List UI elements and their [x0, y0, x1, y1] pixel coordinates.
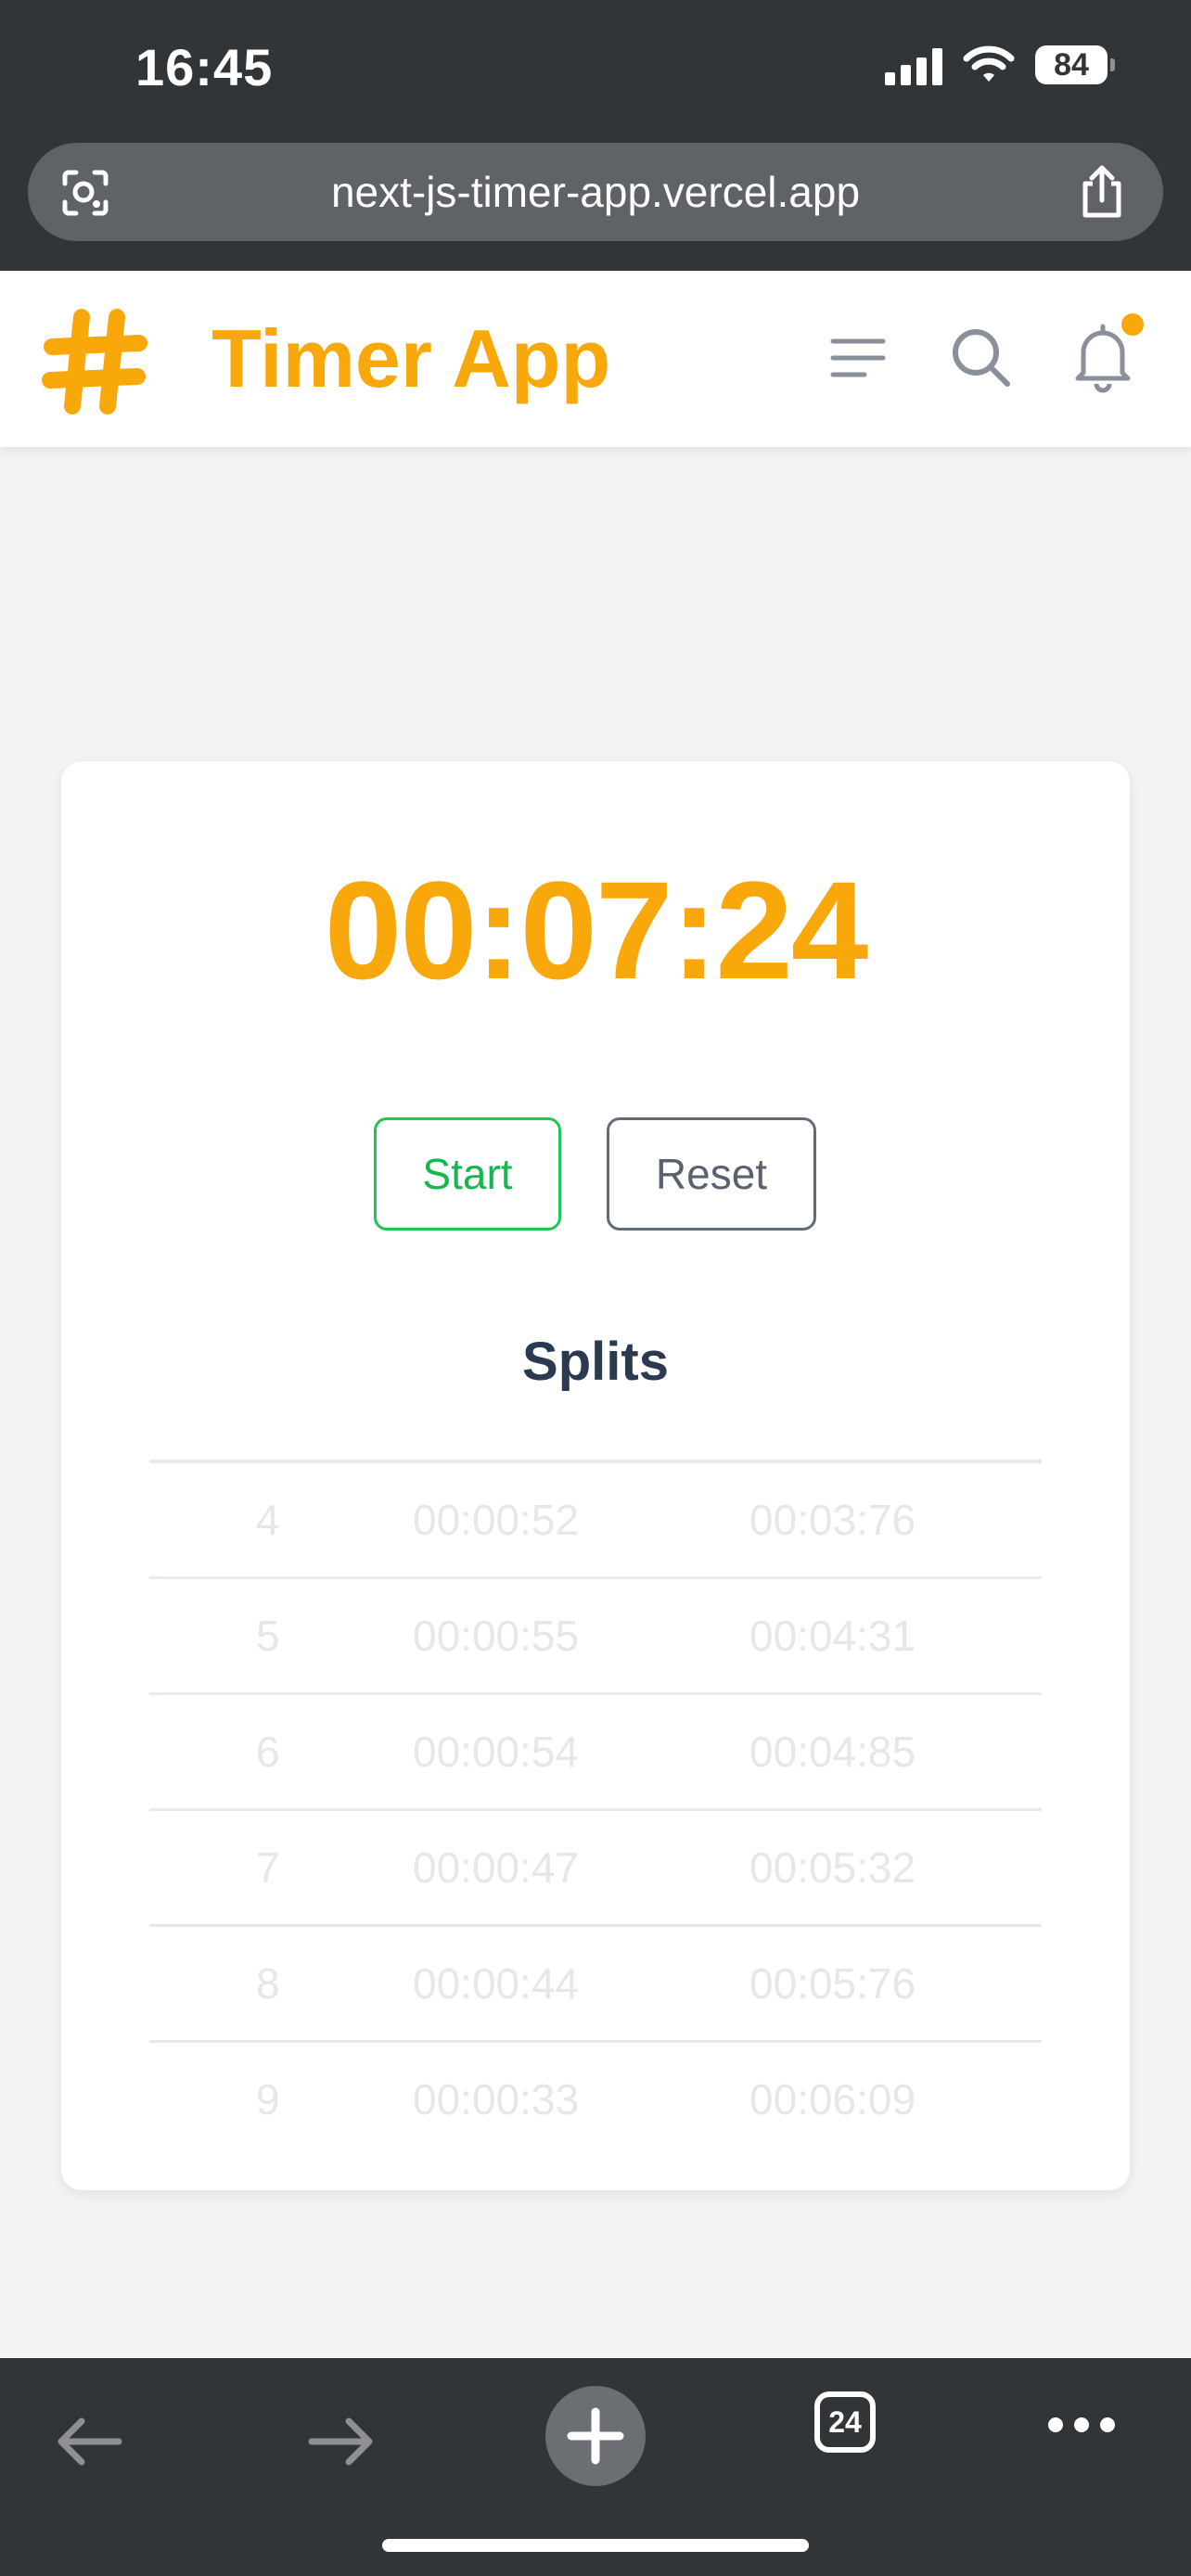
split-total-time: 00:05:76 — [749, 1959, 916, 2008]
timer-card: 00:07:24 Start Reset Splits 4 00:00:52 0… — [61, 761, 1130, 2190]
split-lap-time: 00:00:47 — [413, 1843, 580, 1892]
battery-indicator: 84 — [1035, 45, 1115, 84]
split-number: 8 — [256, 1959, 280, 2008]
split-total-time: 00:03:76 — [749, 1496, 916, 1544]
split-lap-time: 00:00:33 — [413, 2075, 580, 2123]
app-header: Timer App — [0, 271, 1191, 447]
table-row: 9 00:00:33 00:06:09 — [149, 2040, 1042, 2156]
split-total-time: 00:04:85 — [749, 1728, 916, 1776]
split-lap-time: 00:00:54 — [413, 1728, 580, 1776]
timer-display: 00:07:24 — [324, 852, 868, 1008]
notification-badge — [1121, 313, 1144, 336]
splits-title: Splits — [522, 1332, 669, 1392]
table-row: 6 00:00:54 00:04:85 — [149, 1692, 1042, 1808]
split-lap-time: 00:00:52 — [413, 1496, 580, 1544]
tabs-count-button[interactable]: 24 — [814, 2391, 876, 2453]
table-row: 7 00:00:47 00:05:32 — [149, 1808, 1042, 1924]
split-lap-time: 00:00:55 — [413, 1612, 580, 1660]
app-title: Timer App — [211, 312, 611, 404]
table-row: 5 00:00:55 00:04:31 — [149, 1576, 1042, 1692]
browser-top-bar: 16:45 84 next-js-timer-app.vercel.app — [0, 0, 1191, 271]
split-lap-time: 00:00:44 — [413, 1959, 580, 2008]
split-number: 7 — [256, 1843, 280, 1892]
split-total-time: 00:05:32 — [749, 1843, 916, 1892]
split-total-time: 00:04:31 — [749, 1612, 916, 1660]
start-button[interactable]: Start — [374, 1117, 561, 1231]
search-icon[interactable] — [948, 325, 1013, 389]
split-number: 5 — [256, 1612, 280, 1660]
forward-arrow-icon[interactable] — [306, 2414, 377, 2469]
reset-button[interactable]: Reset — [607, 1117, 816, 1231]
url-text: next-js-timer-app.vercel.app — [330, 168, 861, 216]
splits-table: 4 00:00:52 00:03:76 5 00:00:55 00:04:31 … — [149, 1460, 1042, 2156]
menu-icon[interactable] — [827, 328, 889, 389]
share-icon[interactable] — [1076, 163, 1128, 221]
home-indicator — [382, 2539, 809, 2552]
split-number: 9 — [256, 2075, 280, 2123]
address-bar[interactable]: next-js-timer-app.vercel.app — [28, 143, 1163, 241]
split-total-time: 00:06:09 — [749, 2075, 916, 2123]
cellular-signal-icon — [885, 45, 942, 85]
status-icons: 84 — [885, 45, 1115, 85]
more-icon[interactable] — [1048, 2417, 1115, 2432]
wifi-icon — [963, 45, 1015, 82]
back-arrow-icon[interactable] — [54, 2414, 124, 2469]
split-number: 6 — [256, 1728, 280, 1776]
table-row: 8 00:00:44 00:05:76 — [149, 1924, 1042, 2040]
new-tab-button[interactable] — [545, 2386, 646, 2486]
plus-icon — [567, 2407, 624, 2465]
table-row: 4 00:00:52 00:03:76 — [149, 1460, 1042, 1576]
hashtag-logo-icon[interactable] — [41, 308, 148, 415]
status-time: 16:45 — [135, 38, 274, 96]
split-number: 4 — [256, 1496, 280, 1544]
